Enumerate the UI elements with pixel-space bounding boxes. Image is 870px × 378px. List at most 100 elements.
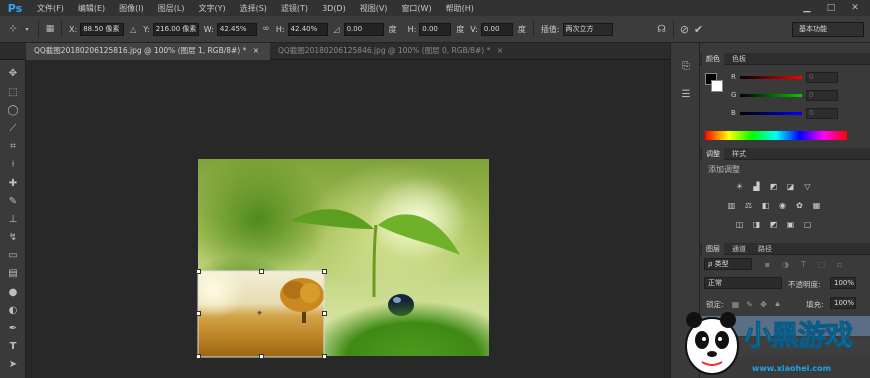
rotation-angle-field[interactable]: 0.00 bbox=[343, 22, 384, 36]
channel-mixer-icon[interactable]: ✿ bbox=[794, 200, 805, 210]
dodge-tool-icon[interactable]: ◐ bbox=[3, 303, 23, 317]
posterize-icon[interactable]: ◨ bbox=[751, 219, 762, 229]
tab-layers[interactable]: 图层 bbox=[702, 243, 724, 255]
filter-type-icon[interactable]: T bbox=[798, 259, 809, 269]
r-slider[interactable] bbox=[740, 76, 802, 79]
gradient-map-icon[interactable]: ▢ bbox=[802, 219, 813, 229]
vertical-skew-field[interactable]: 0.00 bbox=[480, 22, 513, 36]
transform-handle-bottom-right[interactable] bbox=[322, 354, 327, 359]
restore-button[interactable]: □ bbox=[820, 1, 842, 15]
cancel-transform-icon[interactable]: ⊘ bbox=[678, 22, 692, 36]
path-selection-tool-icon[interactable]: ➤ bbox=[3, 357, 23, 371]
color-balance-icon[interactable]: ⚖ bbox=[743, 200, 754, 210]
opacity-field[interactable]: 100% bbox=[830, 277, 856, 289]
width-scale-field[interactable]: 42.45% bbox=[216, 22, 257, 36]
tab-document-1[interactable]: QQ截图20180206125816.jpg @ 100% (图层 1, RGB… bbox=[26, 43, 270, 60]
color-spectrum-bar[interactable] bbox=[705, 131, 847, 140]
color-lookup-icon[interactable]: ▦ bbox=[811, 200, 822, 210]
y-position-field[interactable]: 216.00 像素 bbox=[152, 22, 199, 36]
close-tab-icon[interactable]: × bbox=[253, 46, 259, 55]
layer-kind-filter[interactable]: ρ 类型 bbox=[704, 258, 752, 270]
workspace-select[interactable]: 基本功能 bbox=[792, 21, 864, 37]
filter-shape-icon[interactable]: ⬚ bbox=[816, 259, 827, 269]
b-slider[interactable] bbox=[740, 112, 802, 115]
vibrance-icon[interactable]: ▽ bbox=[802, 181, 813, 191]
g-value-field[interactable]: 0 bbox=[806, 90, 838, 101]
tab-document-2[interactable]: QQ截图20180206125846.jpg @ 100% (图层 0, RGB… bbox=[270, 43, 524, 60]
history-brush-tool-icon[interactable]: ↯ bbox=[3, 230, 23, 244]
blend-mode-select[interactable]: 正常 bbox=[704, 277, 782, 289]
transform-handle-left[interactable] bbox=[196, 311, 201, 316]
warp-mode-icon[interactable]: ☊ bbox=[655, 22, 669, 36]
horizontal-skew-field[interactable]: 0.00 bbox=[419, 22, 452, 36]
reference-point-icon[interactable]: ▦ bbox=[43, 22, 57, 36]
crop-tool-icon[interactable]: ⌗ bbox=[3, 139, 23, 153]
tab-adjustments[interactable]: 调整 bbox=[702, 148, 724, 160]
brush-tool-icon[interactable]: ✎ bbox=[3, 194, 23, 208]
tab-channels[interactable]: 通道 bbox=[728, 243, 750, 255]
transform-handle-bottom[interactable] bbox=[259, 354, 264, 359]
exposure-icon[interactable]: ◪ bbox=[785, 181, 796, 191]
transform-center-crosshair-icon[interactable]: ⌖ bbox=[257, 309, 262, 319]
pen-tool-icon[interactable]: ✒ bbox=[3, 321, 23, 335]
link-icon[interactable]: ∞ bbox=[259, 22, 273, 36]
menu-edit[interactable]: 编辑(E) bbox=[71, 3, 112, 14]
brightness-icon[interactable]: ☀ bbox=[734, 181, 745, 191]
tab-styles[interactable]: 样式 bbox=[728, 148, 750, 160]
menu-select[interactable]: 选择(S) bbox=[233, 3, 274, 14]
filter-pixel-icon[interactable]: ▪ bbox=[762, 259, 773, 269]
background-color-swatch[interactable] bbox=[711, 80, 723, 92]
tab-color[interactable]: 颜色 bbox=[702, 53, 724, 65]
properties-panel-icon[interactable]: ☰ bbox=[678, 89, 694, 103]
levels-icon[interactable]: ▟ bbox=[751, 181, 762, 191]
menu-view[interactable]: 视图(V) bbox=[353, 3, 395, 14]
interpolation-select[interactable]: 两次立方 bbox=[562, 22, 613, 36]
commit-transform-icon[interactable]: ✔ bbox=[692, 22, 706, 36]
r-value-field[interactable]: 0 bbox=[806, 72, 838, 83]
delta-icon[interactable]: △ bbox=[126, 22, 140, 36]
close-tab-icon[interactable]: × bbox=[497, 46, 503, 55]
gradient-tool-icon[interactable]: ▤ bbox=[3, 266, 23, 280]
menu-filter[interactable]: 滤镜(T) bbox=[274, 3, 315, 14]
b-value-field[interactable]: 0 bbox=[806, 108, 838, 119]
menu-type[interactable]: 文字(Y) bbox=[191, 3, 232, 14]
preset-dropdown-icon[interactable]: ▾ bbox=[20, 22, 34, 36]
menu-layer[interactable]: 图层(L) bbox=[151, 3, 192, 14]
lasso-tool-icon[interactable]: ◯ bbox=[3, 103, 23, 117]
type-tool-icon[interactable]: T bbox=[3, 339, 23, 353]
move-tool-icon[interactable]: ✥ bbox=[3, 66, 23, 80]
menu-3d[interactable]: 3D(D) bbox=[315, 4, 353, 13]
transform-handle-top-left[interactable] bbox=[196, 269, 201, 274]
x-position-field[interactable]: 88.50 像素 bbox=[80, 22, 125, 36]
move-tool-preset-icon[interactable]: ⊹ bbox=[6, 22, 20, 36]
eraser-tool-icon[interactable]: ▭ bbox=[3, 248, 23, 262]
threshold-icon[interactable]: ◩ bbox=[768, 219, 779, 229]
transform-bounding-box[interactable] bbox=[195, 268, 330, 362]
blur-tool-icon[interactable]: ● bbox=[3, 285, 23, 299]
black-white-icon[interactable]: ◧ bbox=[760, 200, 771, 210]
invert-icon[interactable]: ◫ bbox=[734, 219, 745, 229]
transform-handle-right[interactable] bbox=[322, 311, 327, 316]
menu-help[interactable]: 帮助(H) bbox=[439, 3, 481, 14]
curves-icon[interactable]: ◩ bbox=[768, 181, 779, 191]
clone-stamp-tool-icon[interactable]: ⊥ bbox=[3, 212, 23, 226]
healing-brush-tool-icon[interactable]: ✚ bbox=[3, 176, 23, 190]
tab-swatches[interactable]: 色板 bbox=[728, 53, 750, 65]
photo-filter-icon[interactable]: ◉ bbox=[777, 200, 788, 210]
eyedropper-tool-icon[interactable]: ⟊ bbox=[3, 157, 23, 171]
menu-file[interactable]: 文件(F) bbox=[30, 3, 71, 14]
filter-adjust-icon[interactable]: ◑ bbox=[780, 259, 791, 269]
transform-handle-top-right[interactable] bbox=[322, 269, 327, 274]
minimize-button[interactable]: ▁ bbox=[796, 1, 818, 15]
close-window-button[interactable]: ✕ bbox=[844, 1, 866, 15]
transform-handle-bottom-left[interactable] bbox=[196, 354, 201, 359]
menu-window[interactable]: 窗口(W) bbox=[394, 3, 438, 14]
quick-select-tool-icon[interactable]: ⟋ bbox=[3, 121, 23, 135]
menu-image[interactable]: 图像(I) bbox=[112, 3, 151, 14]
tab-paths[interactable]: 路径 bbox=[754, 243, 776, 255]
history-panel-icon[interactable]: ⎘ bbox=[678, 61, 694, 75]
selective-color-icon[interactable]: ▣ bbox=[785, 219, 796, 229]
height-scale-field[interactable]: 42.40% bbox=[287, 22, 328, 36]
marquee-tool-icon[interactable]: ⬚ bbox=[3, 85, 23, 99]
g-slider[interactable] bbox=[740, 94, 802, 97]
